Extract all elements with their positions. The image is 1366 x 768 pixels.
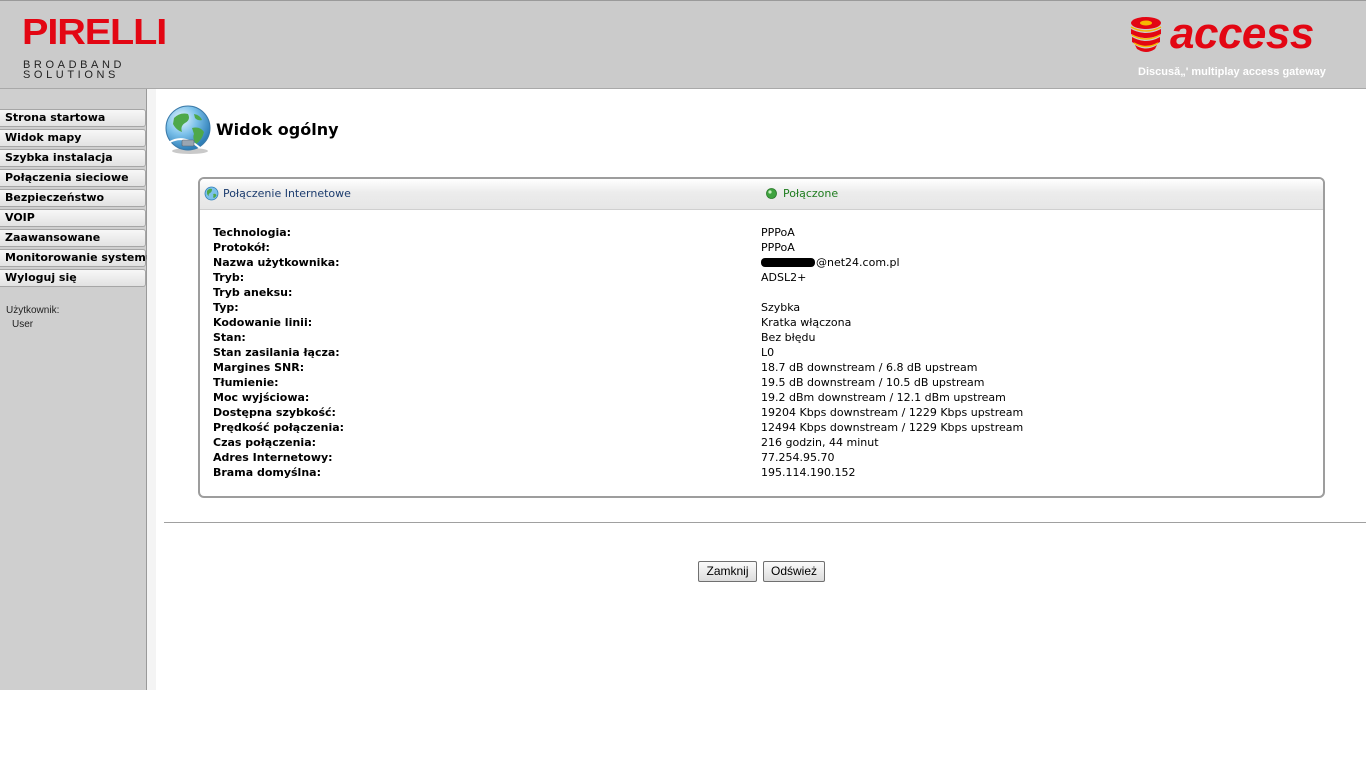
detail-row: Stan: Bez błędu <box>213 330 1213 345</box>
detail-row: Tryb aneksu: <box>213 285 1213 300</box>
detail-value: L0 <box>761 346 775 359</box>
detail-row: Margines SNR: 18.7 dB downstream / 6.8 dB… <box>213 360 1213 375</box>
header-bar: PIRELLI BROADBAND SOLUTIONS access Discu… <box>0 0 1366 89</box>
detail-row: Dostępna szybkość: 19204 Kbps downstream … <box>213 405 1213 420</box>
globe-icon <box>165 105 211 154</box>
username-domain: @net24.com.pl <box>816 256 900 269</box>
panel-title: Połączenie Internetowe <box>223 187 351 200</box>
separator-line <box>164 522 1366 523</box>
sidebar-item-advanced[interactable]: Zaawansowane <box>0 229 146 247</box>
detail-label: Margines SNR: <box>213 361 305 374</box>
detail-value: 77.254.95.70 <box>761 451 835 464</box>
detail-value: 19.5 dB downstream / 10.5 dB upstream <box>761 376 985 389</box>
sidebar: Strona startowa Widok mapy Szybka instal… <box>0 89 154 690</box>
detail-row: Nazwa użytkownika: @net24.com.pl <box>213 255 1213 270</box>
detail-row: Prędkość połączenia: 12494 Kbps downstrea… <box>213 420 1213 435</box>
detail-value: Kratka włączona <box>761 316 852 329</box>
detail-row: Moc wyjściowa: 19.2 dBm downstream / 12.1… <box>213 390 1213 405</box>
sidebar-item-network-connections[interactable]: Połączenia sieciowe <box>0 169 146 187</box>
detail-label: Adres Internetowy: <box>213 451 333 464</box>
sidebar-menu: Strona startowa Widok mapy Szybka instal… <box>0 109 154 289</box>
detail-label: Technologia: <box>213 226 292 239</box>
detail-label: Stan: <box>213 331 246 344</box>
detail-label: Dostępna szybkość: <box>213 406 336 419</box>
detail-label: Kodowanie linii: <box>213 316 313 329</box>
detail-label: Prędkość połączenia: <box>213 421 345 434</box>
detail-value: PPPoA <box>761 241 795 254</box>
detail-row: Protokół: PPPoA <box>213 240 1213 255</box>
detail-value: 19.2 dBm downstream / 12.1 dBm upstream <box>761 391 1006 404</box>
detail-row: Tryb: ADSL2+ <box>213 270 1213 285</box>
detail-value: 19204 Kbps downstream / 1229 Kbps upstre… <box>761 406 1024 419</box>
panel-header: Połączenie Internetowe Połączone <box>200 179 1323 210</box>
detail-label: Brama domyślna: <box>213 466 321 479</box>
pirelli-subtitle-2: SOLUTIONS <box>23 69 119 81</box>
connection-status: Połączone <box>783 187 839 200</box>
detail-row: Czas połączenia: 216 godzin, 44 minut <box>213 435 1213 450</box>
connected-status-icon <box>766 188 777 199</box>
user-label: Użytkownik: <box>6 305 60 316</box>
sidebar-item-home[interactable]: Strona startowa <box>0 109 146 127</box>
sidebar-item-security[interactable]: Bezpieczeństwo <box>0 189 146 207</box>
detail-row: Stan zasilania łącza: L0 <box>213 345 1213 360</box>
detail-label: Typ: <box>213 301 239 314</box>
username-value: @net24.com.pl <box>761 255 900 270</box>
sidebar-item-map-view[interactable]: Widok mapy <box>0 129 146 147</box>
detail-row: Adres Internetowy: 77.254.95.70 <box>213 450 1213 465</box>
small-globe-icon <box>204 186 219 201</box>
redaction-mark <box>761 258 815 267</box>
access-stack-icon <box>1130 17 1162 52</box>
detail-row: Brama domyślna: 195.114.190.152 <box>213 465 1213 480</box>
detail-value: Szybka <box>761 301 801 314</box>
detail-value: 195.114.190.152 <box>761 466 856 479</box>
detail-row: Typ: Szybka <box>213 300 1213 315</box>
detail-label: Tłumienie: <box>213 376 279 389</box>
detail-value: 216 godzin, 44 minut <box>761 436 879 449</box>
access-wordmark: access <box>1170 9 1314 58</box>
detail-row: Tłumienie: 19.5 dB downstream / 10.5 dB u… <box>213 375 1213 390</box>
detail-value: 18.7 dB downstream / 6.8 dB upstream <box>761 361 978 374</box>
internet-connection-panel: Połączenie Internetowe Połączone Technol… <box>198 177 1325 498</box>
detail-row: Technologia: PPPoA <box>213 225 1213 240</box>
sidebar-item-voip[interactable]: VOIP <box>0 209 146 227</box>
detail-value: 12494 Kbps downstream / 1229 Kbps upstre… <box>761 421 1024 434</box>
detail-value: PPPoA <box>761 226 795 239</box>
user-value: User <box>12 319 34 330</box>
close-button[interactable]: Zamknij <box>698 561 757 582</box>
sidebar-item-system-monitoring[interactable]: Monitorowanie systemu <box>0 249 154 267</box>
detail-label: Moc wyjściowa: <box>213 391 310 404</box>
detail-value: ADSL2+ <box>761 271 807 284</box>
detail-value: Bez błędu <box>761 331 816 344</box>
detail-label: Tryb aneksu: <box>213 286 293 299</box>
detail-label: Stan zasilania łącza: <box>213 346 340 359</box>
detail-label: Nazwa użytkownika: <box>213 256 340 269</box>
pirelli-wordmark: PIRELLI <box>22 11 167 52</box>
pirelli-logo: PIRELLI BROADBAND SOLUTIONS <box>22 14 172 81</box>
detail-label: Czas połączenia: <box>213 436 317 449</box>
tagline: Discusă„' multiplay access gateway <box>1138 66 1326 78</box>
sidebar-edge <box>147 89 156 690</box>
details-list: Technologia: PPPoA Protokół: PPPoA Nazwa u… <box>213 225 1213 480</box>
refresh-button[interactable]: Odśwież <box>763 561 825 582</box>
access-logo: access <box>1126 9 1346 63</box>
page-title: Widok ogólny <box>216 120 339 139</box>
detail-row: Kodowanie linii: Kratka włączona <box>213 315 1213 330</box>
sidebar-item-logout[interactable]: Wyloguj się <box>0 269 146 287</box>
sidebar-item-quick-setup[interactable]: Szybka instalacja <box>0 149 146 167</box>
detail-label: Protokół: <box>213 241 270 254</box>
detail-label: Tryb: <box>213 271 245 284</box>
